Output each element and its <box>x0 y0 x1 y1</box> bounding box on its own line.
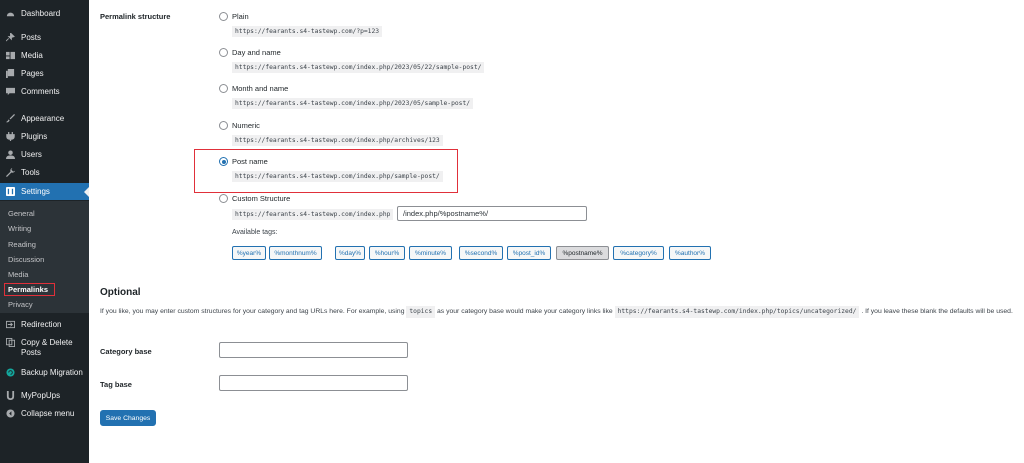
u-icon <box>6 391 15 400</box>
tag-hour-button[interactable]: %hour% <box>369 246 405 260</box>
sidebar-item-label: Redirection <box>21 320 62 329</box>
sidebar-item-label: Posts <box>21 33 42 42</box>
option-label-numeric: Numeric <box>232 121 260 130</box>
sidebar-item-appearance[interactable]: Appearance <box>0 110 89 127</box>
sidebar-item-dashboard[interactable]: Dashboard <box>0 5 89 22</box>
permalink-structure-label: Permalink structure <box>100 12 171 21</box>
post-name-highlight-box <box>194 149 458 193</box>
example-url-numeric: https://fearants.s4-tastewp.com/index.ph… <box>232 135 443 146</box>
sidebar-item-plugins[interactable]: Plugins <box>0 128 89 145</box>
category-base-input[interactable] <box>219 342 408 358</box>
media-icon <box>6 51 15 60</box>
custom-structure-input[interactable] <box>397 206 587 221</box>
sidebar-item-backup-migration[interactable]: Backup Migration <box>0 364 89 381</box>
pages-icon <box>6 69 15 78</box>
optional-heading: Optional <box>100 287 141 298</box>
tag-base-label: Tag base <box>100 380 132 389</box>
radio-plain[interactable] <box>219 12 228 21</box>
dashboard-icon <box>6 9 15 18</box>
save-changes-button[interactable]: Save Changes <box>100 410 156 426</box>
sidebar-item-label: Users <box>21 150 42 159</box>
wrench-icon <box>6 168 15 177</box>
settings-submenu: General Writing Reading Discussion Media… <box>0 201 89 313</box>
available-tags-label: Available tags: <box>232 229 278 236</box>
sidebar-item-label: Collapse menu <box>21 409 75 418</box>
sidebar-item-settings[interactable]: Settings <box>0 183 89 200</box>
sidebar-item-users[interactable]: Users <box>0 146 89 163</box>
example-url-month-and-name: https://fearants.s4-tastewp.com/index.ph… <box>232 98 474 109</box>
option-label-custom-structure: Custom Structure <box>232 194 291 203</box>
plug-icon <box>6 132 15 141</box>
tag-post-id-button[interactable]: %post_id% <box>507 246 551 260</box>
tag-second-button[interactable]: %second% <box>459 246 503 260</box>
optional-desc-after: . If you leave these blank the defaults … <box>861 308 1013 315</box>
sidebar-item-redirection[interactable]: Redirection <box>0 316 89 333</box>
tag-year-button[interactable]: %year% <box>232 246 266 260</box>
example-url-plain: https://fearants.s4-tastewp.com/?p=123 <box>232 26 383 37</box>
radio-numeric[interactable] <box>219 121 228 130</box>
sidebar-item-tools[interactable]: Tools <box>0 164 89 181</box>
optional-desc-code-url: https://fearants.s4-tastewp.com/index.ph… <box>614 306 860 318</box>
sidebar-item-label: Dashboard <box>21 9 61 18</box>
optional-description: If you like, you may enter custom struct… <box>100 306 1020 318</box>
sidebar-item-pages[interactable]: Pages <box>0 65 89 82</box>
option-label-month-and-name: Month and name <box>232 84 289 93</box>
submenu-reading[interactable]: Reading <box>8 240 36 250</box>
submenu-media[interactable]: Media <box>8 270 28 280</box>
redirect-icon <box>6 320 15 329</box>
copy-icon <box>6 338 15 347</box>
submenu-general[interactable]: General <box>8 209 35 219</box>
comment-icon <box>6 87 15 96</box>
pin-icon <box>6 33 15 42</box>
submenu-writing[interactable]: Writing <box>8 224 31 234</box>
sidebar-item-label: Appearance <box>21 114 65 123</box>
backup-icon <box>6 368 15 377</box>
settings-icon <box>6 187 15 196</box>
tag-base-input[interactable] <box>219 375 408 391</box>
tag-author-button[interactable]: %author% <box>669 246 711 260</box>
sidebar-item-media[interactable]: Media <box>0 47 89 64</box>
radio-custom-structure[interactable] <box>219 194 228 203</box>
submenu-discussion[interactable]: Discussion <box>8 255 44 265</box>
sidebar-item-label: Plugins <box>21 132 48 141</box>
tag-category-button[interactable]: %category% <box>613 246 664 260</box>
collapse-icon <box>6 409 15 418</box>
permalink-settings-panel: Permalink structure Plain https://fearan… <box>89 0 1024 463</box>
permalinks-highlight-box <box>4 283 55 296</box>
sidebar-item-label: Copy & Delete Posts <box>21 338 73 357</box>
category-base-label: Category base <box>100 347 152 356</box>
sidebar-item-label: Settings <box>21 187 50 196</box>
custom-structure-prefix: https://fearants.s4-tastewp.com/index.ph… <box>232 209 394 220</box>
optional-desc-middle: as your category base would make your ca… <box>437 308 613 315</box>
optional-desc-code-topics: topics <box>406 306 436 318</box>
sidebar-item-posts[interactable]: Posts <box>0 29 89 46</box>
option-label-day-and-name: Day and name <box>232 48 281 57</box>
sidebar-item-label: MyPopUps <box>21 391 61 400</box>
brush-icon <box>6 114 15 123</box>
sidebar-item-copy-delete-posts[interactable]: Copy & Delete Posts <box>0 336 89 362</box>
sidebar-item-label: Tools <box>21 168 40 177</box>
optional-desc-before: If you like, you may enter custom struct… <box>100 308 405 315</box>
sidebar-item-label: Media <box>21 51 43 60</box>
radio-day-and-name[interactable] <box>219 48 228 57</box>
tag-day-button[interactable]: %day% <box>335 246 365 260</box>
radio-month-and-name[interactable] <box>219 84 228 93</box>
admin-sidebar: Dashboard Posts Media Pages Comments App… <box>0 0 89 463</box>
user-icon <box>6 150 15 159</box>
tag-monthnum-button[interactable]: %monthnum% <box>269 246 322 260</box>
sidebar-item-label: Comments <box>21 87 60 96</box>
sidebar-item-label: Backup Migration <box>21 368 83 377</box>
option-label-plain: Plain <box>232 12 249 21</box>
tag-postname-button[interactable]: %postname% <box>556 246 609 260</box>
submenu-privacy[interactable]: Privacy <box>8 300 33 310</box>
sidebar-item-label: Pages <box>21 69 44 78</box>
sidebar-item-comments[interactable]: Comments <box>0 83 89 100</box>
tag-minute-button[interactable]: %minute% <box>409 246 452 260</box>
sidebar-item-collapse-menu[interactable]: Collapse menu <box>0 405 89 422</box>
example-url-day-and-name: https://fearants.s4-tastewp.com/index.ph… <box>232 62 485 73</box>
sidebar-item-mypopups[interactable]: MyPopUps <box>0 387 89 404</box>
